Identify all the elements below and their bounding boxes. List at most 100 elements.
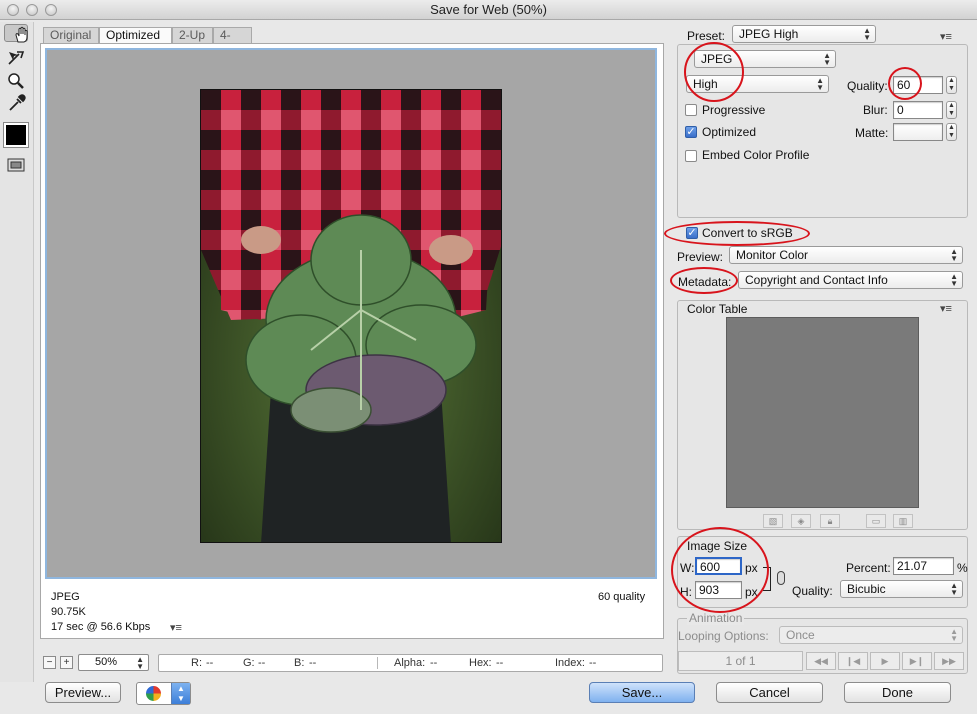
resample-quality-value: Bicubic — [847, 582, 886, 596]
format-select[interactable]: JPEG ▲ ▼ — [694, 50, 836, 68]
preview-mode-select[interactable]: Monitor Color ▲ ▼ — [729, 246, 963, 264]
preview-mode-label: Preview: — [677, 250, 724, 264]
optimized-checkbox[interactable]: ✓ — [685, 126, 697, 138]
preview-browser-select[interactable]: ▲ ▼ — [136, 682, 191, 705]
download-speed-menu-icon[interactable]: ▾≡ — [170, 621, 182, 634]
zoom-in-button[interactable]: + — [60, 656, 73, 669]
select-arrows-icon: ▲ ▼ — [863, 26, 871, 42]
b-label: B: — [294, 657, 305, 669]
previous-frame-icon[interactable]: ❙◀ — [838, 652, 868, 670]
resample-quality-label: Quality: — [792, 584, 833, 598]
color-table-swatches — [726, 317, 919, 508]
cancel-button[interactable]: Cancel — [716, 682, 823, 703]
trash-icon[interactable]: ▥ — [893, 514, 913, 528]
tab-optimized[interactable]: Optimized — [99, 27, 172, 43]
r-label: R: — [191, 657, 202, 669]
select-arrows-icon: ▲ ▼ — [950, 272, 958, 288]
blur-stepper[interactable]: ▲ ▼ — [946, 101, 957, 119]
resample-quality-select[interactable]: Bicubic ▲ ▼ — [840, 580, 963, 598]
hex-label: Hex: — [469, 657, 492, 669]
lock-color-icon[interactable]: 🔒︎ — [820, 514, 840, 528]
alpha-label: Alpha: — [394, 657, 426, 669]
preview-quality-note: 60 quality — [598, 591, 646, 603]
r-value: -- — [206, 657, 214, 669]
last-frame-icon[interactable]: ▶▶ — [934, 652, 964, 670]
blur-label: Blur: — [863, 103, 888, 117]
preview-download-time: 17 sec @ 56.6 Kbps — [51, 621, 151, 633]
matte-stepper[interactable]: ▲ ▼ — [946, 123, 957, 141]
matte-label: Matte: — [855, 126, 889, 140]
compression-quality-value: High — [693, 77, 718, 91]
optimized-label: Optimized — [702, 125, 757, 139]
index-label: Index: — [555, 657, 585, 669]
embed-color-profile-checkbox[interactable] — [685, 150, 697, 162]
play-icon[interactable]: ▶ — [870, 652, 900, 670]
blur-field[interactable]: 0 — [893, 101, 943, 119]
quality-label: Quality: — [847, 79, 888, 93]
color-table-title: Color Table — [687, 302, 748, 316]
height-field[interactable]: 903 — [695, 581, 742, 599]
preview-image — [200, 89, 502, 543]
zoom-out-button[interactable]: − — [43, 656, 56, 669]
convert-srgb-label: Convert to sRGB — [702, 226, 793, 240]
save-button[interactable]: Save... — [589, 682, 695, 703]
preview-file-size: 90.75K — [51, 606, 86, 618]
preview-format: JPEG — [51, 591, 80, 603]
height-unit: px — [745, 585, 758, 599]
looping-options-select[interactable]: Once ▲ ▼ — [779, 626, 963, 644]
looping-options-value: Once — [786, 628, 815, 642]
new-color-icon[interactable]: ▭ — [866, 514, 886, 528]
window-title: Save for Web (50%) — [430, 2, 547, 17]
next-frame-icon[interactable]: ▶❙ — [902, 652, 932, 670]
zoom-tool-icon[interactable] — [4, 70, 28, 92]
preview-button[interactable]: Preview... — [45, 682, 121, 703]
slice-select-tool-icon[interactable] — [4, 47, 28, 69]
preset-label: Preset: — [687, 29, 726, 43]
color-table-menu-icon[interactable]: ▾≡ — [940, 302, 952, 315]
toggle-slices-icon[interactable] — [4, 154, 28, 176]
tab-4-up[interactable]: 4-Up — [213, 27, 252, 56]
matte-select[interactable] — [893, 123, 943, 141]
width-field[interactable]: 600 — [695, 557, 742, 575]
g-value: -- — [258, 657, 266, 669]
metadata-value: Copyright and Contact Info — [745, 273, 888, 287]
image-size-title: Image Size — [687, 539, 748, 553]
select-arrows-icon: ▲ ▼ — [816, 76, 824, 92]
browser-select-arrows-icon: ▲ ▼ — [171, 683, 190, 704]
constrain-proportions-link-icon[interactable] — [777, 571, 785, 585]
zoom-level-value: 50% — [95, 656, 118, 668]
eyedropper-color-swatch[interactable] — [3, 122, 29, 148]
hand-tool-icon[interactable] — [4, 24, 28, 43]
metadata-select[interactable]: Copyright and Contact Info ▲ ▼ — [738, 271, 963, 289]
done-button[interactable]: Done — [844, 682, 951, 703]
map-transparency-icon[interactable]: ▧ — [763, 514, 783, 528]
zoom-level-select[interactable]: 50% ▲ ▼ — [78, 654, 149, 671]
web-shift-cube-icon[interactable]: ◈ — [791, 514, 811, 528]
select-arrows-icon: ▲ ▼ — [823, 51, 831, 67]
alpha-value: -- — [430, 657, 438, 669]
animation-title: Animation — [687, 611, 745, 625]
tab-original[interactable]: Original — [43, 27, 99, 43]
compression-quality-select[interactable]: High ▲ ▼ — [686, 75, 829, 93]
select-arrows-icon: ▲ ▼ — [950, 627, 958, 643]
first-frame-icon[interactable]: ◀◀ — [806, 652, 836, 670]
tab-2-up[interactable]: 2-Up — [172, 27, 213, 43]
preset-select[interactable]: JPEG High ▲ ▼ — [732, 25, 876, 43]
eyedropper-tool-icon[interactable] — [4, 92, 28, 114]
percent-unit: % — [957, 561, 968, 575]
preview-mode-value: Monitor Color — [736, 248, 809, 262]
preset-value: JPEG High — [739, 27, 799, 41]
color-readout: R: -- G: -- B: -- Alpha: -- Hex: -- Inde… — [158, 654, 663, 672]
optimize-menu-icon[interactable]: ▾≡ — [940, 30, 952, 43]
quality-stepper[interactable]: ▲ ▼ — [946, 76, 957, 94]
progressive-checkbox[interactable] — [685, 104, 697, 116]
convert-srgb-checkbox[interactable]: ✓ — [686, 227, 698, 239]
quality-field[interactable]: 60 — [893, 76, 943, 94]
width-label: W: — [680, 561, 695, 575]
looping-options-label: Looping Options: — [678, 629, 769, 643]
width-unit: px — [745, 561, 758, 575]
browser-icon — [146, 686, 161, 701]
embed-color-profile-label: Embed Color Profile — [702, 148, 810, 162]
percent-field[interactable]: 21.07 — [893, 557, 954, 575]
select-arrows-icon: ▲ ▼ — [950, 247, 958, 263]
